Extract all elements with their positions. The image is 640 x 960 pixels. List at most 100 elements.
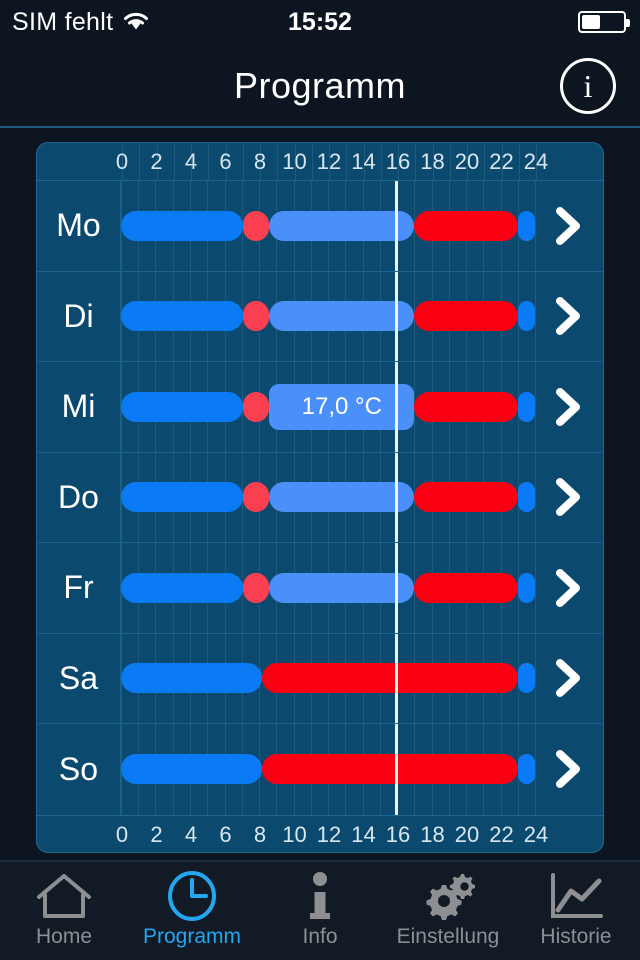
program-segment[interactable] [414, 210, 518, 241]
program-segment[interactable] [414, 482, 518, 513]
schedule-row[interactable]: Di [37, 271, 603, 362]
schedule-row[interactable]: Fr [37, 543, 603, 634]
chevron-right-icon[interactable] [551, 295, 585, 337]
program-segment[interactable] [121, 210, 244, 241]
schedule-row[interactable]: Sa [37, 633, 603, 724]
home-icon [35, 873, 93, 919]
tab-home[interactable]: Home [0, 862, 128, 960]
timeline-gridline [535, 633, 536, 723]
program-segment[interactable] [121, 391, 244, 422]
day-label: Sa [37, 633, 121, 723]
axis-tick-label: 4 [184, 822, 198, 847]
tab-label: Historie [540, 925, 612, 948]
program-bar[interactable]: 17,0 °C [121, 383, 535, 430]
program-segment[interactable] [262, 663, 518, 694]
tab-einstellung[interactable]: Einstellung [384, 862, 512, 960]
chevron-right-icon[interactable] [551, 748, 585, 790]
info-circle-icon[interactable]: i [560, 58, 616, 114]
axis-tick-label: 10 [282, 822, 307, 847]
status-bar-clock: 15:52 [288, 7, 352, 36]
axis-gridline [242, 143, 244, 180]
clock-icon [167, 871, 217, 921]
program-segment[interactable] [414, 572, 518, 603]
current-time-cursor [394, 362, 398, 452]
page-title: Programm [233, 65, 407, 106]
day-timeline-track[interactable] [121, 724, 536, 815]
day-timeline-track[interactable] [121, 271, 536, 361]
axis-gridline [449, 143, 451, 180]
chevron-right-icon[interactable] [551, 657, 585, 699]
schedule-row[interactable]: Do [37, 452, 603, 543]
program-segment[interactable] [517, 572, 535, 603]
day-label: Di [37, 271, 121, 361]
program-segment[interactable] [269, 301, 415, 332]
program-bar[interactable] [121, 572, 535, 603]
day-timeline-track[interactable] [121, 543, 536, 633]
program-segment[interactable] [269, 572, 415, 603]
program-segment[interactable] [269, 210, 415, 241]
program-segment[interactable] [517, 391, 535, 422]
program-segment[interactable] [243, 210, 270, 241]
axis-gridline [277, 143, 279, 180]
tab-bar: Home Programm Info Einstellung Historie [0, 860, 640, 960]
axis-gridline [415, 143, 417, 180]
tab-programm[interactable]: Programm [128, 862, 256, 960]
day-label: Fr [37, 543, 121, 633]
chevron-right-icon[interactable] [551, 205, 585, 247]
axis-gridline [536, 143, 537, 180]
axis-gridline [191, 143, 192, 180]
axis-gridline [294, 143, 296, 180]
chevron-right-icon[interactable] [551, 476, 585, 518]
schedule-row[interactable]: So [37, 724, 603, 815]
program-segment[interactable] [414, 391, 518, 422]
program-segment[interactable] [243, 572, 270, 603]
program-bar[interactable] [121, 210, 535, 241]
program-segment[interactable] [121, 482, 244, 513]
day-timeline-track[interactable] [121, 633, 536, 723]
day-label: Mo [37, 181, 121, 271]
program-segment[interactable] [517, 301, 535, 332]
axis-tick-label: 2 [150, 822, 163, 847]
tab-info[interactable]: Info [256, 862, 384, 960]
chevron-right-icon[interactable] [551, 567, 585, 609]
program-bar[interactable] [121, 301, 535, 332]
schedule-row[interactable]: Mi 17,0 °C [37, 362, 603, 453]
axis-gridline [380, 143, 382, 180]
program-segment[interactable] [121, 754, 263, 785]
axis-gridline [173, 143, 175, 180]
time-axis-top: 0 2 4 6 8 10 12 14 16 18 20 22 24 [37, 143, 603, 181]
axis-gridline [346, 143, 348, 180]
program-segment[interactable] [121, 301, 244, 332]
program-segment[interactable] [121, 663, 263, 694]
program-bar[interactable] [121, 754, 535, 785]
program-segment[interactable] [121, 572, 244, 603]
program-segment[interactable] [269, 482, 415, 513]
tab-historie[interactable]: Historie [512, 862, 640, 960]
program-segment[interactable] [243, 482, 270, 513]
tab-label: Einstellung [396, 925, 500, 948]
battery-level-fill [582, 15, 600, 29]
day-timeline-track[interactable] [121, 181, 536, 271]
day-timeline-track[interactable]: 17,0 °C [121, 362, 536, 452]
schedule-rows: Mo Di Mi 17,0 °C Do Fr Sa So [37, 181, 603, 815]
temperature-tooltip[interactable]: 17,0 °C [269, 383, 415, 430]
program-segment[interactable] [517, 754, 535, 785]
schedule-row[interactable]: Mo [37, 181, 603, 272]
program-bar[interactable] [121, 663, 535, 694]
program-segment[interactable] [517, 210, 535, 241]
program-segment[interactable] [517, 482, 535, 513]
current-time-cursor [394, 452, 398, 542]
program-segment[interactable] [414, 301, 518, 332]
chevron-right-icon[interactable] [551, 386, 585, 428]
day-timeline-track[interactable] [121, 452, 536, 542]
program-segment[interactable] [243, 391, 270, 422]
program-segment[interactable] [243, 301, 270, 332]
program-segment[interactable] [517, 663, 535, 694]
program-bar[interactable] [121, 482, 535, 513]
axis-gridline [225, 143, 227, 180]
program-segment[interactable] [262, 754, 518, 785]
axis-tick-label: 24 [523, 822, 549, 847]
axis-tick-label: 20 [454, 822, 480, 847]
axis-tick-label: 18 [420, 822, 445, 847]
axis-tick-label: 16 [385, 822, 411, 847]
